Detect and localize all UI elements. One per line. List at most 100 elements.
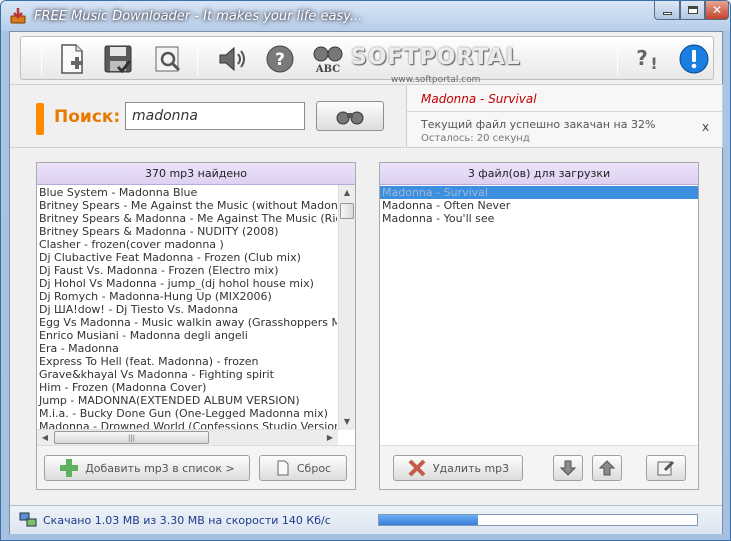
list-item[interactable]: Egg Vs Madonna - Music walkin away (Gras… bbox=[37, 316, 337, 329]
time-remaining-text: Осталось: 20 секунд bbox=[421, 133, 530, 144]
search-input[interactable] bbox=[125, 102, 305, 130]
status-bar: Скачано 1.03 MB из 3.30 MB на скорости 1… bbox=[10, 505, 722, 534]
toolbar: ? ABC SOFTPORTAL www.softportal.com ? ! bbox=[20, 36, 714, 85]
close-button[interactable]: ✕ bbox=[705, 1, 729, 20]
close-status-button[interactable]: x bbox=[702, 120, 709, 134]
help-button[interactable]: ? bbox=[261, 40, 299, 78]
title-bar[interactable]: FREE Music Downloader - It makes your li… bbox=[1, 1, 730, 31]
list-item[interactable]: Jump - MADONNA(EXTENDED ALBUM VERSION) bbox=[37, 394, 337, 407]
reset-document-icon bbox=[277, 460, 289, 476]
move-up-button[interactable] bbox=[592, 455, 622, 481]
list-item[interactable]: Grave&khayal Vs Madonna - Fighting spiri… bbox=[37, 368, 337, 381]
toolbar-separator bbox=[197, 43, 198, 75]
watermark-text: SOFTPORTAL bbox=[351, 45, 521, 70]
new-document-icon bbox=[61, 44, 83, 74]
question-exclamation-icon: ? ! bbox=[636, 46, 657, 73]
list-item[interactable]: Dj Clubactive Feat Madonna - Frozen (Clu… bbox=[37, 251, 337, 264]
scroll-thumb-horizontal[interactable]: ||| bbox=[54, 431, 209, 444]
main-client-area: ? ABC SOFTPORTAL www.softportal.com ? ! bbox=[9, 31, 723, 534]
open-list-button[interactable] bbox=[149, 40, 187, 78]
list-item[interactable]: Madonna - Survival bbox=[380, 186, 698, 199]
save-disk-icon bbox=[104, 45, 132, 74]
scroll-left-arrow-icon[interactable]: ◀ bbox=[37, 430, 53, 446]
svg-text:?: ? bbox=[636, 46, 648, 70]
svg-text:?: ? bbox=[275, 50, 285, 70]
list-item[interactable]: Madonna - You'll see bbox=[380, 212, 698, 225]
list-item[interactable]: Dj Faust Vs. Madonna - Frozen (Electro m… bbox=[37, 264, 337, 277]
sound-button[interactable] bbox=[213, 40, 251, 78]
move-down-button[interactable] bbox=[553, 455, 583, 481]
window-title: FREE Music Downloader - It makes your li… bbox=[34, 9, 363, 24]
search-label: Поиск: bbox=[54, 107, 121, 127]
list-item[interactable]: Britney Spears - Me Against the Music (w… bbox=[37, 199, 337, 212]
download-progress-text: Текущий файл успешно закачан на 32% bbox=[421, 118, 656, 131]
list-item[interactable]: M.i.a. - Bucky Done Gun (One-Legged Mado… bbox=[37, 407, 337, 420]
maximize-button[interactable] bbox=[680, 1, 705, 20]
network-computers-icon bbox=[19, 512, 37, 527]
edit-button[interactable] bbox=[646, 455, 686, 481]
app-window: FREE Music Downloader - It makes your li… bbox=[0, 0, 731, 541]
list-item[interactable]: Enrico Musiani - Madonna degli angeli bbox=[37, 329, 337, 342]
queue-footer: Удалить mp3 bbox=[380, 445, 698, 489]
search-panel: Поиск: bbox=[10, 84, 405, 148]
binoculars-abc-icon: ABC bbox=[313, 46, 343, 75]
info-exclamation-icon bbox=[679, 44, 709, 74]
toolbar-separator bbox=[617, 43, 618, 75]
list-item[interactable]: Express To Hell (feat. Madonna) - frozen bbox=[37, 355, 337, 368]
queue-list[interactable]: Madonna - Survival Madonna - Often Never M… bbox=[380, 185, 698, 489]
new-list-button[interactable] bbox=[53, 40, 91, 78]
add-mp3-button[interactable]: Добавить mp3 в список > bbox=[44, 455, 250, 481]
list-item[interactable]: Dj Romych - Madonna-Hung Up (MIX2006) bbox=[37, 290, 337, 303]
save-list-button[interactable] bbox=[99, 40, 137, 78]
svg-text:!: ! bbox=[650, 54, 657, 73]
list-item[interactable]: Era - Madonna bbox=[37, 342, 337, 355]
about-button[interactable]: ? ! bbox=[629, 40, 667, 78]
queue-header: 3 файл(ов) для загрузки bbox=[380, 163, 698, 185]
scroll-up-arrow-icon[interactable]: ▲ bbox=[339, 185, 355, 201]
results-footer: Добавить mp3 в список > Сброс bbox=[37, 445, 355, 489]
current-track-title: Madonna - Survival bbox=[421, 92, 537, 106]
minimize-icon bbox=[662, 12, 672, 15]
scroll-thumb[interactable] bbox=[340, 203, 354, 219]
minimize-button[interactable] bbox=[654, 1, 680, 20]
download-status-panel: Madonna - Survival Текущий файл успешно … bbox=[406, 84, 723, 148]
scroll-right-arrow-icon[interactable]: ▶ bbox=[322, 430, 338, 446]
total-progress-bar bbox=[378, 514, 698, 526]
open-folder-search-icon bbox=[155, 46, 181, 72]
delete-x-icon bbox=[408, 459, 426, 477]
binoculars-icon bbox=[336, 111, 364, 125]
toolbar-separator bbox=[41, 43, 42, 75]
close-icon: ✕ bbox=[711, 3, 723, 17]
download-queue-panel: 3 файл(ов) для загрузки Madonna - Surviv… bbox=[379, 162, 699, 490]
list-item[interactable]: Britney Spears & Madonna - NUDITY (2008) bbox=[37, 225, 337, 238]
reset-button[interactable]: Сброс bbox=[259, 455, 347, 481]
search-accent-bar bbox=[36, 103, 44, 135]
plus-icon bbox=[60, 459, 79, 477]
scroll-down-arrow-icon[interactable]: ▼ bbox=[339, 414, 355, 430]
info-button[interactable] bbox=[675, 40, 713, 78]
app-download-icon bbox=[10, 8, 26, 24]
search-results-panel: 370 mp3 найдено Blue System - Madonna Bl… bbox=[36, 162, 356, 490]
results-vertical-scrollbar[interactable]: ▲ ▼ bbox=[338, 185, 355, 430]
delete-mp3-button[interactable]: Удалить mp3 bbox=[393, 455, 523, 481]
list-item[interactable]: Clasher - frozen(cover madonna ) bbox=[37, 238, 337, 251]
list-item[interactable]: Him - Frozen (Madonna Cover) bbox=[37, 381, 337, 394]
arrow-down-icon bbox=[560, 460, 576, 476]
results-horizontal-scrollbar[interactable]: ◀ ||| ▶ bbox=[37, 429, 338, 445]
arrow-up-icon bbox=[599, 460, 615, 476]
question-circle-icon: ? bbox=[266, 45, 294, 73]
list-item[interactable]: Blue System - Madonna Blue bbox=[37, 186, 337, 199]
total-progress-fill bbox=[379, 515, 478, 525]
results-list[interactable]: Blue System - Madonna Blue Britney Spears… bbox=[37, 185, 355, 489]
delete-mp3-label: Удалить mp3 bbox=[432, 461, 510, 475]
reset-label: Сброс bbox=[296, 461, 332, 475]
list-item[interactable]: Dj Hohol Vs Madonna - jump_(dj hohol hou… bbox=[37, 277, 337, 290]
list-item[interactable]: Britney Spears & Madonna - Me Against Th… bbox=[37, 212, 337, 225]
list-item[interactable]: Dj ША!dow! - Dj Tiesto Vs. Madonna bbox=[37, 303, 337, 316]
add-mp3-label: Добавить mp3 в список > bbox=[85, 461, 235, 475]
speaker-icon bbox=[219, 46, 245, 72]
search-button[interactable] bbox=[316, 101, 384, 131]
list-item[interactable]: Madonna - Often Never bbox=[380, 199, 698, 212]
list-item[interactable]: Madonna - Drowned World (Confessions Stu… bbox=[37, 420, 337, 429]
abc-button[interactable]: ABC bbox=[309, 40, 347, 78]
